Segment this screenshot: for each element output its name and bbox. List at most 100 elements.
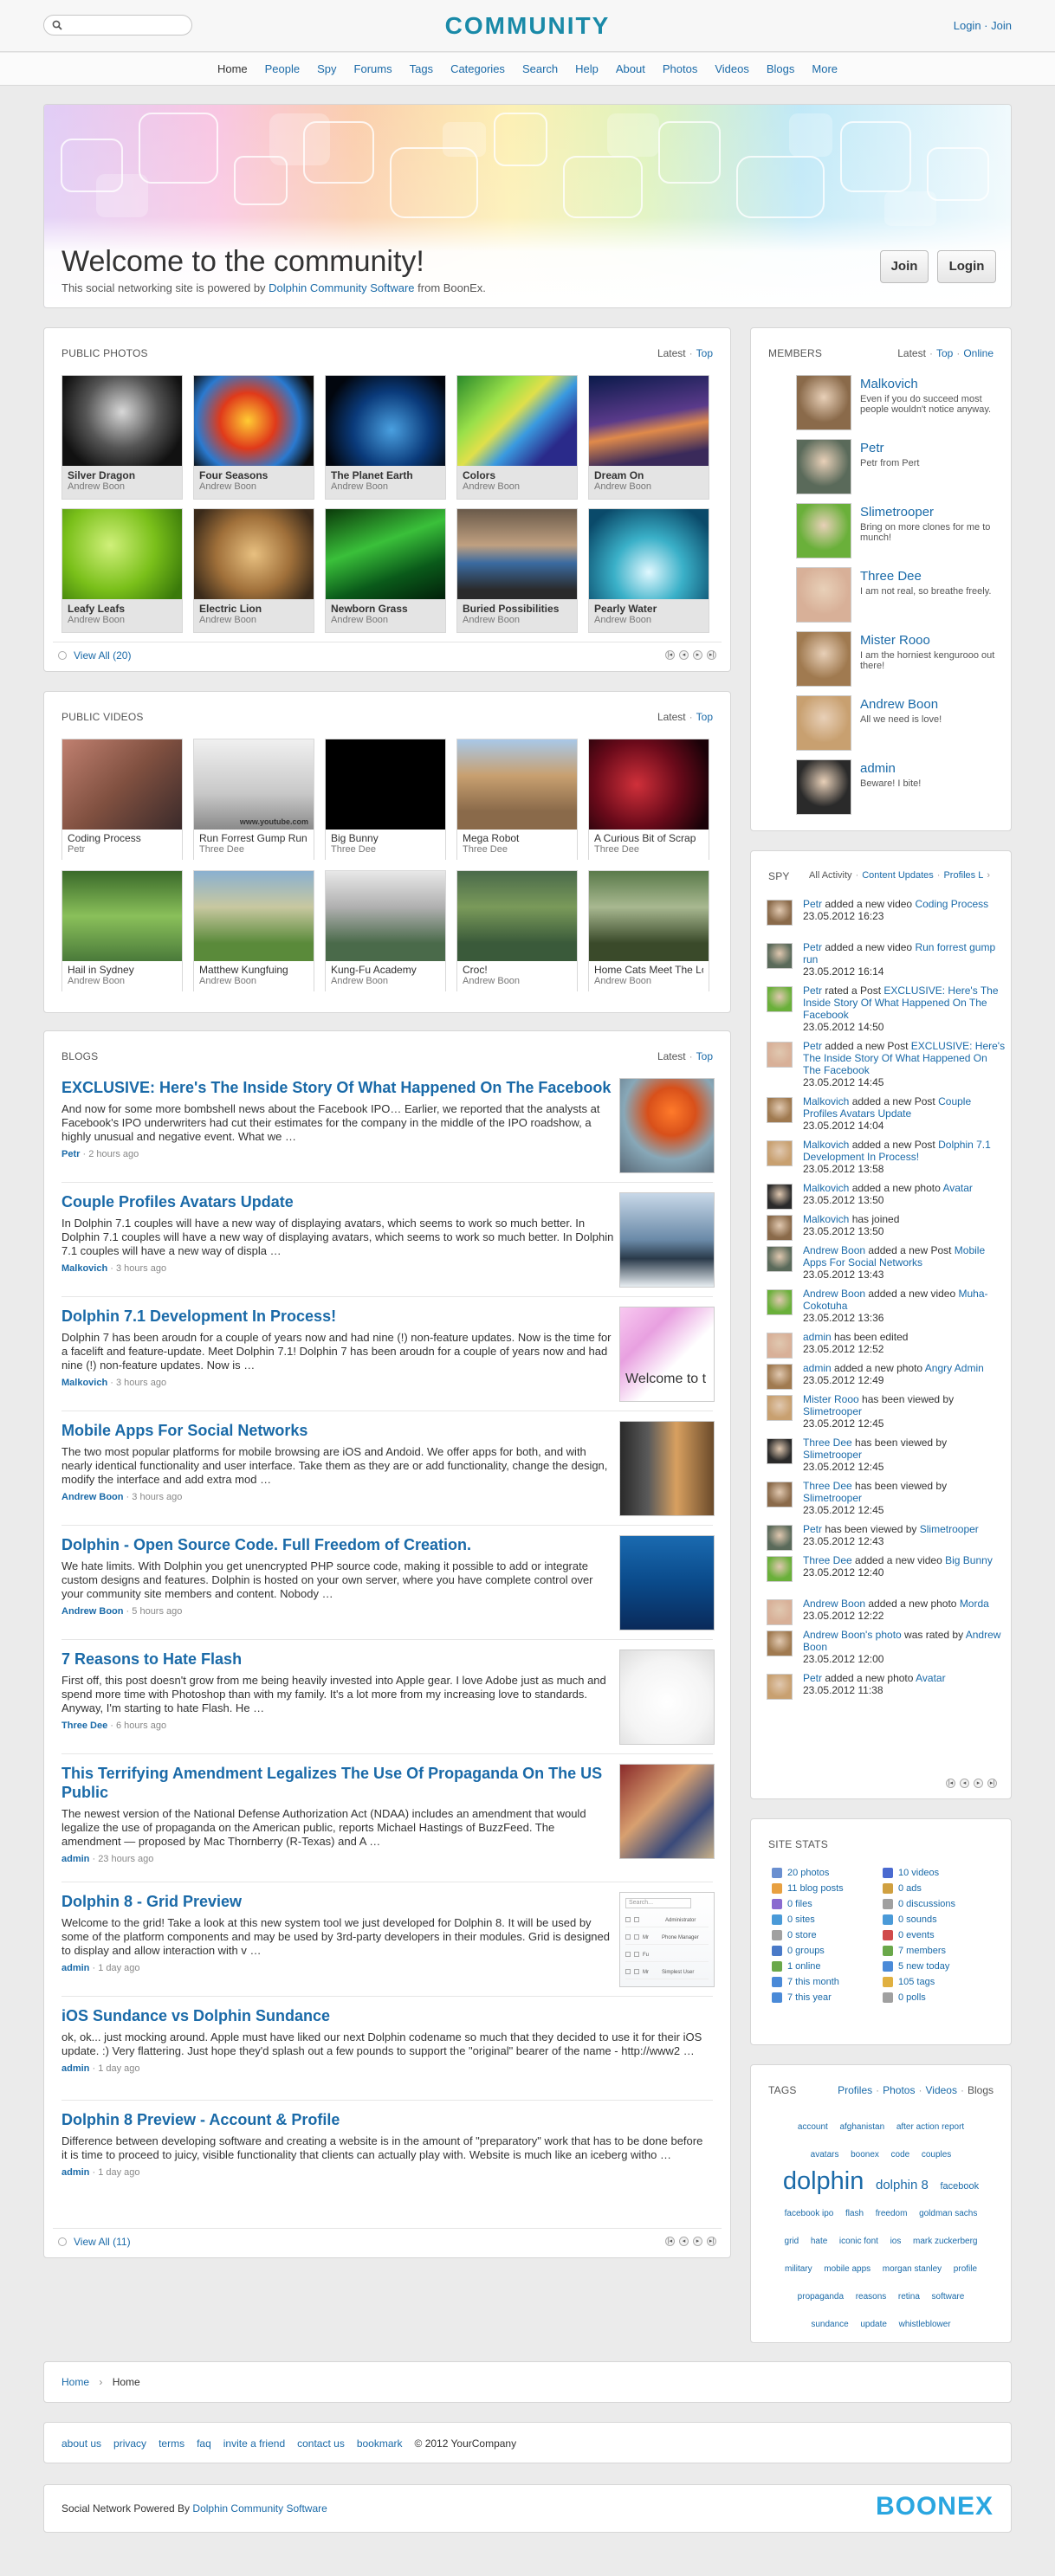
- photo-image[interactable]: [326, 509, 445, 599]
- last-page-icon[interactable]: ▸|: [707, 2237, 716, 2246]
- stat-item[interactable]: 11 blog posts: [772, 1883, 844, 1894]
- spy-user[interactable]: admin: [803, 1331, 832, 1343]
- tag-link[interactable]: iconic font: [839, 2237, 878, 2246]
- tag-link[interactable]: software: [932, 2292, 965, 2302]
- member-name[interactable]: Mister Rooo: [860, 633, 930, 648]
- video-thumbnail[interactable]: Mega Robot Three Dee: [456, 739, 578, 861]
- video-author[interactable]: Three Dee: [199, 844, 308, 855]
- spy-user[interactable]: Petr: [803, 898, 822, 910]
- photos-view-all[interactable]: View All (20): [58, 649, 131, 662]
- video-author[interactable]: Three Dee: [331, 844, 440, 855]
- video-image[interactable]: [194, 871, 314, 961]
- video-author[interactable]: Andrew Boon: [68, 976, 177, 986]
- footer-link-faq[interactable]: faq: [197, 2437, 211, 2450]
- photo-thumbnail[interactable]: Four Seasons Andrew Boon: [193, 375, 314, 500]
- tag-link[interactable]: mobile apps: [824, 2264, 871, 2274]
- tab-top[interactable]: Top: [936, 347, 953, 359]
- video-thumbnail[interactable]: www.youtube.com Run Forrest Gump Run Three…: [193, 739, 314, 861]
- tab-photos[interactable]: Photos: [883, 2084, 915, 2096]
- video-image[interactable]: [457, 871, 577, 961]
- tab-online[interactable]: Online: [963, 347, 994, 359]
- tag-link[interactable]: afghanistan: [839, 2122, 884, 2132]
- avatar[interactable]: [767, 1364, 793, 1390]
- stat-item[interactable]: 0 groups: [772, 1946, 825, 1956]
- video-title[interactable]: Home Cats Meet The Lo: [594, 964, 703, 976]
- spy-user[interactable]: Petr: [803, 1040, 822, 1052]
- spy-target[interactable]: Big Bunny: [945, 1554, 993, 1566]
- blog-post-title[interactable]: Dolphin 8 Preview - Account & Profile: [61, 2110, 711, 2129]
- photo-author[interactable]: Andrew Boon: [68, 615, 177, 625]
- spy-user[interactable]: Malkovich: [803, 1095, 849, 1107]
- photo-image[interactable]: [194, 509, 314, 599]
- avatar[interactable]: [767, 1525, 793, 1551]
- tag-link[interactable]: update: [860, 2320, 887, 2329]
- photo-thumbnail[interactable]: The Planet Earth Andrew Boon: [325, 375, 446, 500]
- video-image[interactable]: [589, 871, 709, 961]
- prev-page-icon[interactable]: ◂: [960, 1779, 969, 1788]
- stat-item[interactable]: 7 this year: [772, 1992, 832, 2003]
- photo-author[interactable]: Andrew Boon: [463, 615, 572, 625]
- member-name[interactable]: Slimetrooper: [860, 505, 934, 520]
- avatar[interactable]: [796, 631, 851, 687]
- video-image[interactable]: [457, 739, 577, 830]
- spy-target[interactable]: Slimetrooper: [803, 1449, 862, 1461]
- blog-post-author[interactable]: Andrew Boon: [61, 1606, 124, 1617]
- first-page-icon[interactable]: |◂: [665, 650, 675, 660]
- stat-item[interactable]: 20 photos: [772, 1868, 829, 1878]
- video-thumbnail[interactable]: Kung-Fu Academy Andrew Boon: [325, 870, 446, 992]
- blog-post-title[interactable]: EXCLUSIVE: Here's The Inside Story Of Wh…: [61, 1078, 616, 1097]
- video-author[interactable]: Andrew Boon: [463, 976, 572, 986]
- spy-user[interactable]: Three Dee: [803, 1554, 852, 1566]
- spy-target[interactable]: Coding Process: [915, 898, 988, 910]
- next-page-icon[interactable]: ▸: [693, 650, 702, 660]
- avatar[interactable]: [796, 567, 851, 623]
- member-name[interactable]: Three Dee: [860, 569, 922, 584]
- avatar[interactable]: [767, 1395, 793, 1421]
- tag-link[interactable]: military: [785, 2264, 812, 2274]
- blog-post-title[interactable]: Couple Profiles Avatars Update: [61, 1192, 616, 1211]
- nav-item-videos[interactable]: Videos: [706, 62, 758, 75]
- spy-user[interactable]: admin: [803, 1362, 832, 1374]
- video-author[interactable]: Andrew Boon: [594, 976, 703, 986]
- nav-item-more[interactable]: More: [803, 62, 846, 75]
- avatar[interactable]: [767, 1438, 793, 1464]
- blog-post-author[interactable]: admin: [61, 1963, 89, 1973]
- nav-item-blogs[interactable]: Blogs: [758, 62, 804, 75]
- avatar[interactable]: [767, 986, 793, 1012]
- search-input[interactable]: [67, 18, 188, 32]
- member-name[interactable]: Petr: [860, 441, 884, 455]
- avatar[interactable]: [767, 1599, 793, 1625]
- avatar[interactable]: [767, 1215, 793, 1241]
- blog-post-image[interactable]: [619, 1535, 715, 1630]
- avatar[interactable]: [767, 900, 793, 926]
- tag-link[interactable]: morgan stanley: [883, 2264, 942, 2274]
- spy-user[interactable]: Andrew Boon: [803, 1288, 865, 1300]
- tag-link[interactable]: profile: [954, 2264, 977, 2274]
- blogs-view-all[interactable]: View All (11): [58, 2236, 131, 2248]
- video-author[interactable]: Three Dee: [463, 844, 572, 855]
- footer-link-about-us[interactable]: about us: [61, 2437, 101, 2450]
- tab-latest[interactable]: Latest: [657, 711, 686, 723]
- photo-thumbnail[interactable]: Newborn Grass Andrew Boon: [325, 508, 446, 633]
- footer-link-invite-a-friend[interactable]: invite a friend: [223, 2437, 285, 2450]
- tab-blogs[interactable]: Blogs: [968, 2084, 994, 2096]
- avatar[interactable]: [767, 1184, 793, 1210]
- nav-item-search[interactable]: Search: [514, 62, 566, 75]
- blog-post-title[interactable]: 7 Reasons to Hate Flash: [61, 1650, 616, 1669]
- stat-item[interactable]: 105 tags: [883, 1977, 935, 1987]
- blog-post-title[interactable]: Mobile Apps For Social Networks: [61, 1421, 616, 1440]
- tag-link[interactable]: mark zuckerberg: [913, 2237, 977, 2246]
- video-title[interactable]: Big Bunny: [331, 832, 440, 844]
- spy-user[interactable]: Malkovich: [803, 1182, 849, 1194]
- photo-title[interactable]: The Planet Earth: [331, 469, 440, 481]
- member-name[interactable]: admin: [860, 761, 896, 776]
- avatar[interactable]: [767, 943, 793, 969]
- tag-link[interactable]: account: [798, 2122, 828, 2132]
- video-image[interactable]: [326, 871, 445, 961]
- member-name[interactable]: Malkovich: [860, 377, 918, 391]
- nav-item-about[interactable]: About: [607, 62, 654, 75]
- video-image[interactable]: [62, 739, 182, 830]
- video-thumbnail[interactable]: Home Cats Meet The Lo Andrew Boon: [588, 870, 709, 992]
- prev-page-icon[interactable]: ◂: [679, 650, 689, 660]
- photo-author[interactable]: Andrew Boon: [594, 481, 703, 492]
